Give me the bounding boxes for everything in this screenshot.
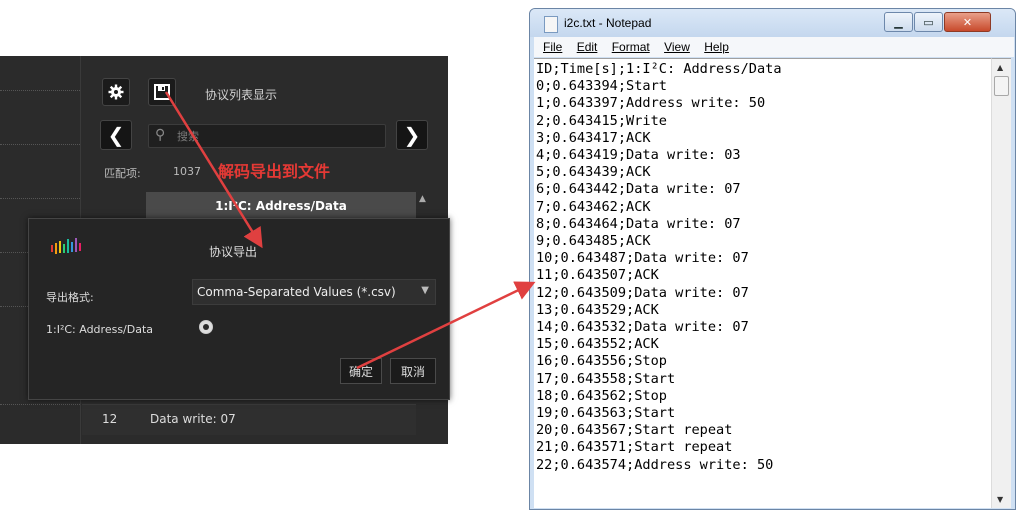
text-line: 13;0.643529;ACK xyxy=(536,301,659,318)
scroll-up-icon[interactable]: ▲ xyxy=(419,194,426,204)
divider xyxy=(0,198,80,199)
cancel-button[interactable]: 取消 xyxy=(390,358,436,384)
menu-bar: File Edit Format View Help xyxy=(534,37,1014,57)
text-line: 5;0.643439;ACK xyxy=(536,164,651,181)
notepad-window: i2c.txt - Notepad ▁ ▭ ✕ File Edit Format… xyxy=(529,8,1016,510)
export-dialog: 协议导出 导出格式: Comma-Separated Values (*.csv… xyxy=(28,218,450,400)
divider xyxy=(0,90,80,91)
row-text: Data write: 07 xyxy=(150,412,236,426)
search-icon: ⚲ xyxy=(155,127,166,143)
minimize-icon: ▁ xyxy=(894,15,903,29)
text-line: 2;0.643415;Write xyxy=(536,112,667,129)
close-button[interactable]: ✕ xyxy=(944,12,991,32)
text-line: 0;0.643394;Start xyxy=(536,78,667,95)
match-count: 1037 xyxy=(173,165,201,178)
window-title: i2c.txt - Notepad xyxy=(564,16,652,30)
text-line: 3;0.643417;ACK xyxy=(536,129,651,146)
text-line: 6;0.643442;Data write: 07 xyxy=(536,181,741,198)
menu-view[interactable]: View xyxy=(664,40,690,54)
text-editor[interactable]: ID;Time[s];1:I²C: Address/Data 0;0.64339… xyxy=(534,58,991,508)
text-line: 16;0.643556;Stop xyxy=(536,353,667,370)
search-input[interactable] xyxy=(175,127,379,145)
text-line: 1;0.643397;Address write: 50 xyxy=(536,95,766,112)
text-line: 15;0.643552;ACK xyxy=(536,336,659,353)
notepad-icon xyxy=(544,16,558,33)
menu-file[interactable]: File xyxy=(543,40,562,54)
format-select[interactable]: Comma-Separated Values (*.csv) ▼ xyxy=(192,279,436,305)
search-box[interactable]: ⚲ xyxy=(148,124,386,148)
chevron-right-icon: ❯ xyxy=(403,123,421,147)
text-line: ID;Time[s];1:I²C: Address/Data xyxy=(536,61,782,77)
app-logo-icon xyxy=(51,238,81,254)
column-header[interactable]: 1:I²C: Address/Data xyxy=(146,192,416,220)
chevron-down-icon: ▼ xyxy=(421,285,429,296)
text-line: 11;0.643507;ACK xyxy=(536,267,659,284)
next-match-button[interactable]: ❯ xyxy=(396,120,428,150)
text-line: 22;0.643574;Address write: 50 xyxy=(536,456,774,473)
text-line: 4;0.643419;Data write: 03 xyxy=(536,147,741,164)
menu-help[interactable]: Help xyxy=(704,40,729,54)
floppy-disk-icon xyxy=(154,84,170,100)
text-line: 17;0.643558;Start xyxy=(536,370,676,387)
match-label: 匹配项: xyxy=(104,167,141,180)
gear-icon xyxy=(108,84,124,100)
menu-edit[interactable]: Edit xyxy=(577,40,598,54)
text-line: 19;0.643563;Start xyxy=(536,405,676,422)
text-line: 12;0.643509;Data write: 07 xyxy=(536,284,749,301)
settings-button[interactable] xyxy=(102,78,130,106)
row-index: 12 xyxy=(102,412,118,426)
chevron-left-icon: ❮ xyxy=(107,123,125,147)
maximize-icon: ▭ xyxy=(923,15,934,29)
text-line: 21;0.643571;Start repeat xyxy=(536,439,733,456)
text-line: 20;0.643567;Start repeat xyxy=(536,422,733,439)
prev-match-button[interactable]: ❮ xyxy=(100,120,132,150)
scroll-up-icon[interactable]: ▲ xyxy=(997,63,1003,72)
maximize-button[interactable]: ▭ xyxy=(914,12,943,32)
close-icon: ✕ xyxy=(962,15,973,29)
scroll-down-icon[interactable]: ▼ xyxy=(997,495,1003,504)
scrollbar-thumb[interactable] xyxy=(994,76,1009,96)
format-value: Comma-Separated Values (*.csv) xyxy=(197,285,396,299)
text-line: 14;0.643532;Data write: 07 xyxy=(536,319,749,336)
table-row[interactable]: 12 Data write: 07 xyxy=(82,404,416,435)
dialog-title: 协议导出 xyxy=(209,245,258,259)
vertical-scrollbar[interactable]: ▲ ▼ xyxy=(991,58,1011,508)
annotation-text: 解码导出到文件 xyxy=(218,162,331,181)
text-line: 8;0.643464;Data write: 07 xyxy=(536,215,741,232)
text-line: 7;0.643462;ACK xyxy=(536,198,651,215)
ok-button[interactable]: 确定 xyxy=(340,358,382,384)
text-line: 18;0.643562;Stop xyxy=(536,387,667,404)
text-content: ID;Time[s];1:I²C: Address/Data 0;0.64339… xyxy=(536,61,782,474)
protocol-list-label: 协议列表显示 xyxy=(205,88,278,102)
divider xyxy=(0,404,80,405)
save-button[interactable] xyxy=(148,78,176,106)
channel-label: 1:I²C: Address/Data xyxy=(46,323,154,336)
minimize-button[interactable]: ▁ xyxy=(884,12,913,32)
channel-radio[interactable] xyxy=(199,320,213,334)
title-bar[interactable]: i2c.txt - Notepad ▁ ▭ ✕ xyxy=(530,9,1015,37)
text-line: 10;0.643487;Data write: 07 xyxy=(536,250,749,267)
menu-format[interactable]: Format xyxy=(612,40,650,54)
divider xyxy=(0,144,80,145)
format-label: 导出格式: xyxy=(46,291,94,304)
text-line: 9;0.643485;ACK xyxy=(536,233,651,250)
